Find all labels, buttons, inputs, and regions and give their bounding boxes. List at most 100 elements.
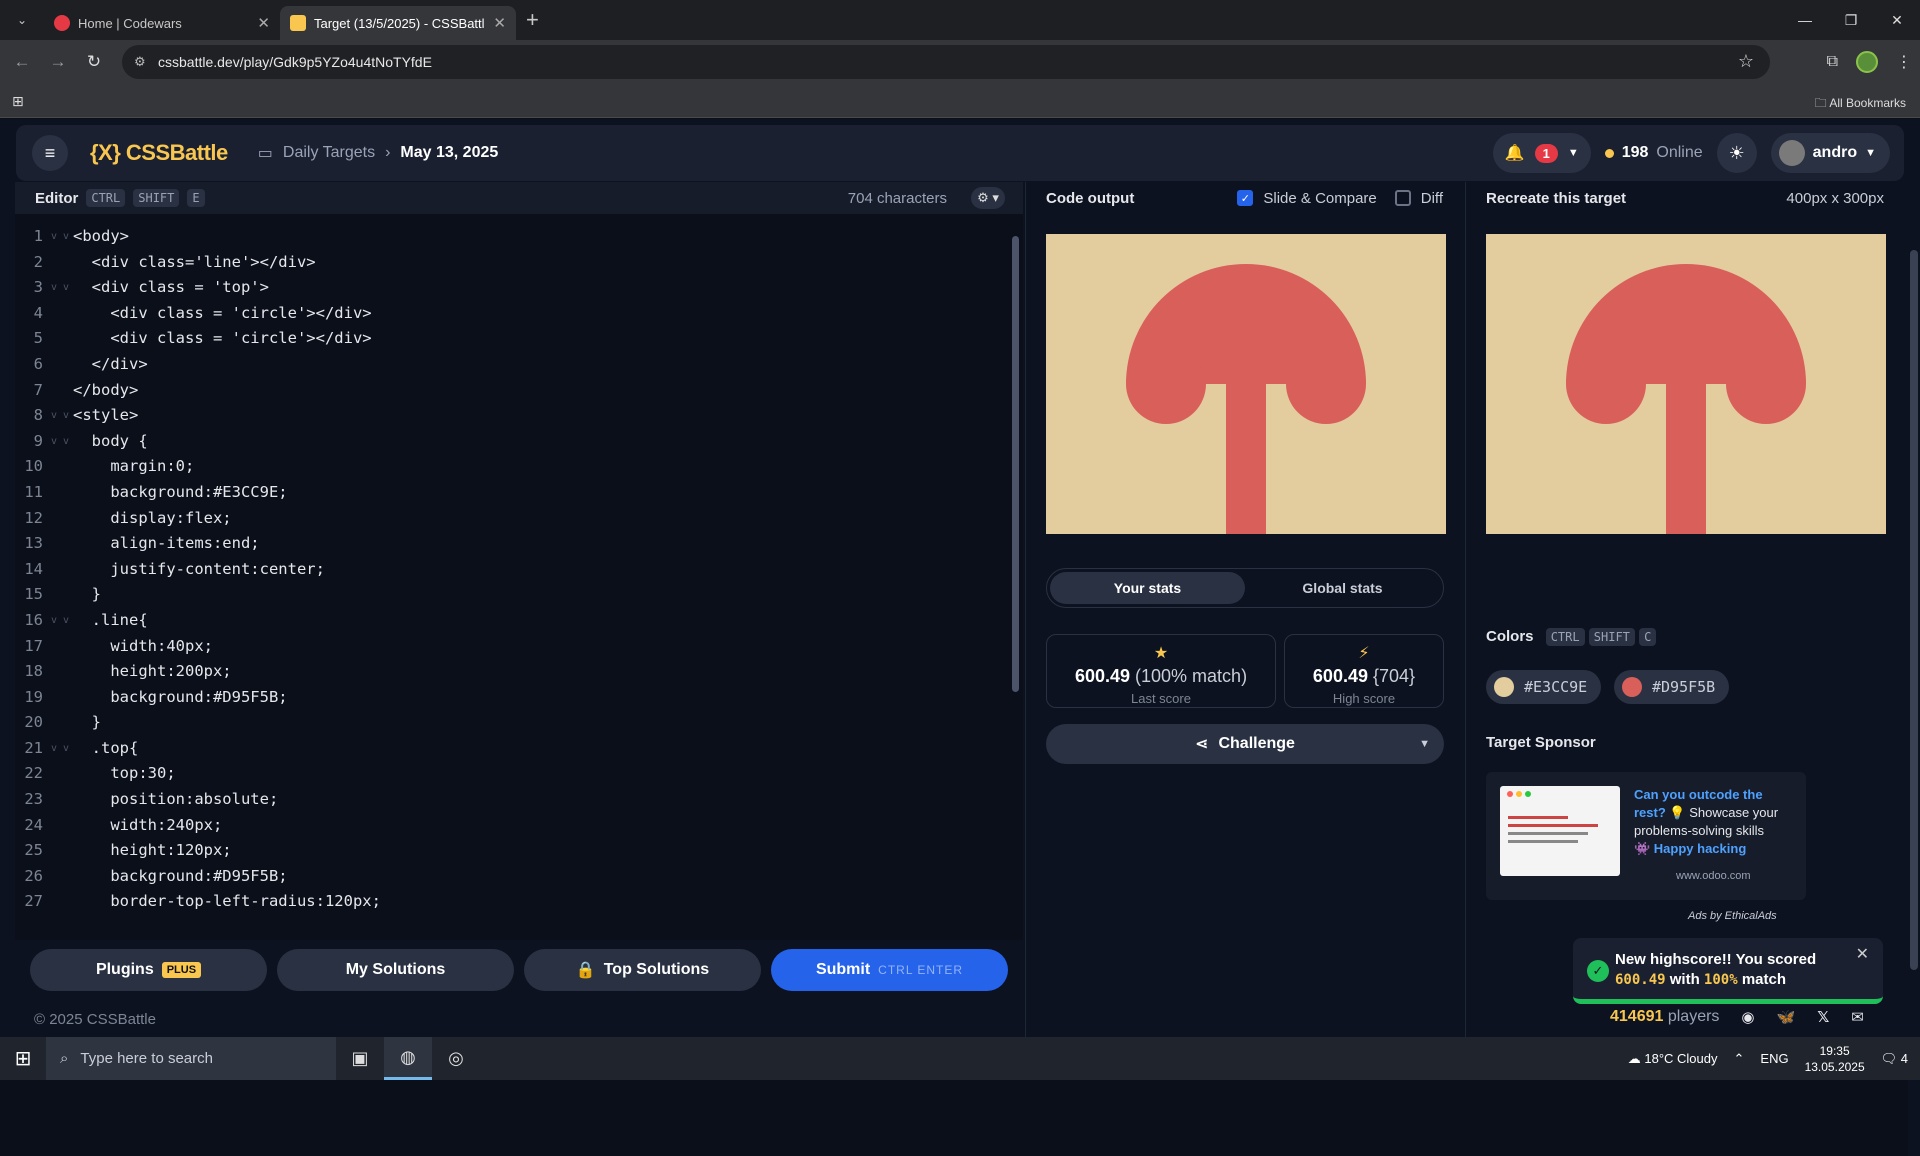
challenge-button[interactable]: ⋖ Challenge ▼	[1046, 724, 1444, 764]
code-line[interactable]: 24 width:240px;	[15, 813, 1005, 839]
tab-global-stats[interactable]: Global stats	[1245, 572, 1440, 604]
my-solutions-button[interactable]: My Solutions	[277, 949, 514, 991]
task-view-icon[interactable]: ▣	[336, 1037, 384, 1080]
code-line[interactable]: 2 <div class='line'></div>	[15, 250, 1005, 276]
bluesky-icon[interactable]: 🦋	[1777, 1008, 1796, 1026]
fold-chevron-icon[interactable]	[51, 250, 73, 276]
weather[interactable]: ☁ 18°C Cloudy	[1628, 1051, 1718, 1067]
code-editor[interactable]: 1v v <body> 2 <div class='line'></div> 3 v v…	[15, 224, 1005, 914]
logo[interactable]: {X} CSSBattle	[90, 140, 228, 166]
editor-scrollbar[interactable]	[1010, 222, 1020, 922]
taskbar-search[interactable]: ⌕ Type here to search	[46, 1037, 336, 1080]
fold-chevron-icon[interactable]	[51, 454, 73, 480]
tab-your-stats[interactable]: Your stats	[1050, 572, 1245, 604]
code-line[interactable]: 13 align-items:end;	[15, 531, 1005, 557]
code-line[interactable]: 26 background:#D95F5B;	[15, 864, 1005, 890]
fold-chevron-icon[interactable]	[51, 378, 73, 404]
code-line[interactable]: 11 background:#E3CC9E;	[15, 480, 1005, 506]
breadcrumb-daily-targets[interactable]: Daily Targets	[283, 144, 375, 162]
code-line[interactable]: 18 height:200px;	[15, 659, 1005, 685]
sponsor-ad[interactable]: Can you outcode the rest? 💡 Showcase you…	[1486, 772, 1806, 900]
ad-image[interactable]	[1500, 786, 1620, 876]
page-scrollbar[interactable]	[1908, 238, 1920, 1156]
submit-button[interactable]: Submit CTRL ENTER	[771, 949, 1008, 991]
page-scrollbar-thumb[interactable]	[1910, 250, 1918, 970]
menu-icon[interactable]: ≡	[32, 135, 68, 171]
all-bookmarks[interactable]: 🗀 All Bookmarks	[1815, 94, 1906, 115]
profile-avatar[interactable]	[1856, 51, 1878, 73]
fold-chevron-icon[interactable]: v v	[51, 736, 73, 762]
notifications-button[interactable]: 🔔 1 ▼	[1492, 133, 1591, 173]
code-line[interactable]: 16 v v .line{	[15, 608, 1005, 634]
browser-menu-icon[interactable]: ⋮	[1896, 52, 1912, 72]
code-line[interactable]: 21 v v .top{	[15, 736, 1005, 762]
code-line[interactable]: 22 top:30;	[15, 761, 1005, 787]
restore-icon[interactable]: ❐	[1828, 0, 1874, 40]
extensions-icon[interactable]: ⧉	[1827, 53, 1838, 71]
fold-chevron-icon[interactable]	[51, 889, 73, 914]
reload-icon[interactable]: ↻	[76, 52, 112, 72]
code-line[interactable]: 25 height:120px;	[15, 838, 1005, 864]
color-swatch-bg[interactable]: #E3CC9E	[1486, 670, 1602, 704]
code-line[interactable]: 6 </div>	[15, 352, 1005, 378]
diff-checkbox[interactable]	[1394, 190, 1411, 206]
top-solutions-button[interactable]: 🔒 Top Solutions	[524, 949, 761, 991]
fold-chevron-icon[interactable]: v v	[51, 224, 73, 250]
tab-codewars[interactable]: Home | Codewars ✕	[44, 6, 280, 40]
action-center-icon[interactable]: 🗨 4	[1881, 1051, 1908, 1067]
ad-text[interactable]: Can you outcode the rest? 💡 Showcase you…	[1634, 786, 1794, 858]
code-line[interactable]: 23 position:absolute;	[15, 787, 1005, 813]
forward-icon[interactable]: →	[40, 52, 76, 72]
address-bar[interactable]: ⚙ cssbattle.dev/play/Gdk9p5YZo4u4tNoTYfd…	[122, 45, 1770, 79]
code-line[interactable]: 4 <div class = 'circle'></div>	[15, 301, 1005, 327]
code-line[interactable]: 10 margin:0;	[15, 454, 1005, 480]
color-swatch-shape[interactable]: #D95F5B	[1614, 670, 1730, 704]
slide-compare-checkbox[interactable]: ✓	[1237, 190, 1254, 206]
code-line[interactable]: 14 justify-content:center;	[15, 557, 1005, 583]
user-menu[interactable]: andro ▼	[1770, 133, 1890, 173]
ads-by-label[interactable]: Ads by EthicalAds	[1688, 910, 1777, 922]
bookmark-star-icon[interactable]: ☆	[1738, 51, 1754, 72]
code-line[interactable]: 17 width:40px;	[15, 634, 1005, 660]
theme-toggle-sun-icon[interactable]: ☀	[1716, 133, 1757, 173]
code-line[interactable]: 7 </body>	[15, 378, 1005, 404]
fold-chevron-icon[interactable]	[51, 761, 73, 787]
fold-chevron-icon[interactable]	[51, 531, 73, 557]
chevron-down-icon[interactable]: ▼	[1419, 738, 1430, 750]
code-line[interactable]: 9 v v body {	[15, 429, 1005, 455]
discord-icon[interactable]: ◉	[1741, 1008, 1754, 1026]
code-line[interactable]: 5 <div class = 'circle'></div>	[15, 326, 1005, 352]
close-window-icon[interactable]: ✕	[1874, 0, 1920, 40]
close-toast-icon[interactable]: ✕	[1856, 944, 1869, 964]
minimize-icon[interactable]: —	[1782, 0, 1828, 40]
close-tab-icon[interactable]: ✕	[493, 14, 506, 32]
chrome-taskbar-icon[interactable]: ◍	[384, 1037, 432, 1080]
fold-chevron-icon[interactable]	[51, 352, 73, 378]
email-icon[interactable]: ✉	[1851, 1008, 1864, 1026]
fold-chevron-icon[interactable]: v v	[51, 608, 73, 634]
fold-chevron-icon[interactable]: v v	[51, 275, 73, 301]
fold-chevron-icon[interactable]	[51, 787, 73, 813]
fold-chevron-icon[interactable]	[51, 710, 73, 736]
code-line[interactable]: 20 }	[15, 710, 1005, 736]
fold-chevron-icon[interactable]	[51, 685, 73, 711]
windows-start-icon[interactable]: ⊞	[0, 1046, 46, 1071]
code-line[interactable]: 19 background:#D95F5B;	[15, 685, 1005, 711]
code-line[interactable]: 27 border-top-left-radius:120px;	[15, 889, 1005, 914]
clock[interactable]: 19:35 13.05.2025	[1805, 1043, 1865, 1075]
language[interactable]: ENG	[1760, 1051, 1788, 1066]
tray-chevron-icon[interactable]: ⌃	[1734, 1051, 1745, 1067]
fold-chevron-icon[interactable]: v v	[51, 429, 73, 455]
fold-chevron-icon[interactable]	[51, 326, 73, 352]
code-line[interactable]: 15 }	[15, 582, 1005, 608]
plugins-button[interactable]: Plugins PLUS	[30, 949, 267, 991]
code-line[interactable]: 12 display:flex;	[15, 506, 1005, 532]
site-info-icon[interactable]: ⚙	[134, 54, 146, 70]
fold-chevron-icon[interactable]	[51, 480, 73, 506]
editor-settings-gear-icon[interactable]: ⚙ ▾	[971, 187, 1005, 209]
fold-chevron-icon[interactable]: v v	[51, 403, 73, 429]
fold-chevron-icon[interactable]	[51, 634, 73, 660]
new-tab-icon[interactable]: +	[526, 7, 539, 33]
fold-chevron-icon[interactable]	[51, 557, 73, 583]
fold-chevron-icon[interactable]	[51, 813, 73, 839]
